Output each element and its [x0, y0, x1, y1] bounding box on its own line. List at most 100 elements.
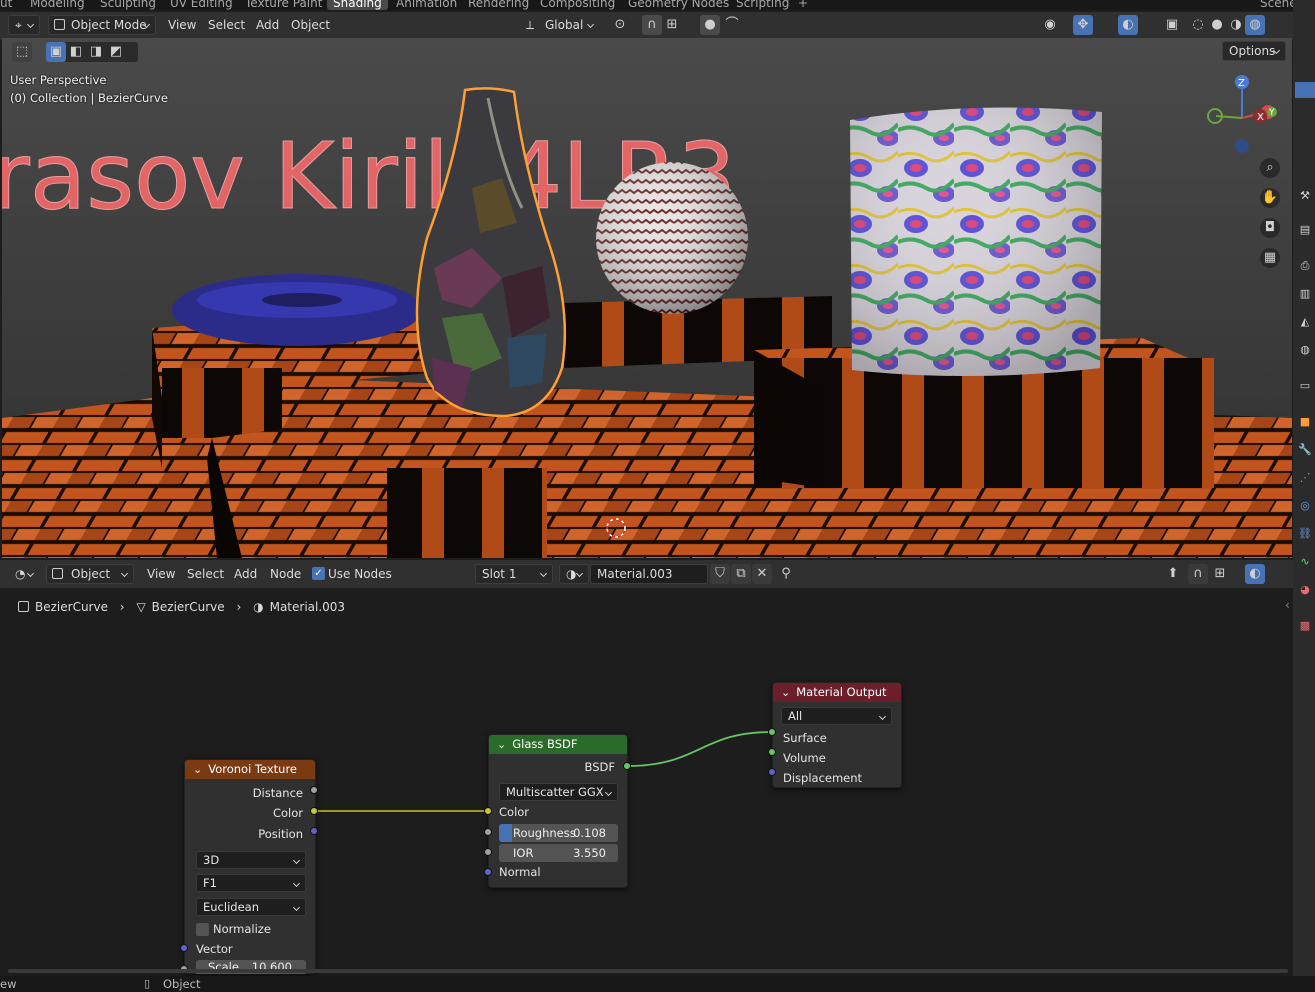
select-box-icon[interactable]: ⬚	[12, 42, 32, 62]
voronoi-node[interactable]: Voronoi Texture Distance Color Position …	[184, 759, 316, 974]
node-menu-select[interactable]: Select	[187, 564, 224, 584]
falloff-icon[interactable]: ⌒	[722, 15, 742, 35]
tab-rendering[interactable]: Rendering	[468, 0, 529, 10]
node-snap-target-icon[interactable]: ⊞	[1210, 564, 1230, 584]
fake-user-icon[interactable]: ⛉	[710, 564, 730, 584]
gizmo-toggle-icon[interactable]: ✥	[1073, 15, 1093, 35]
object-mode-dropdown[interactable]: Object Mode	[48, 15, 156, 35]
snap-icon[interactable]: ∩	[642, 15, 662, 35]
tool-tab-icon[interactable]: ⚒	[1295, 186, 1315, 206]
scene-tab-icon[interactable]: ◭	[1295, 312, 1315, 332]
texture-tab-icon[interactable]: ▩	[1295, 616, 1315, 636]
ortho-grid-icon[interactable]: ▦	[1260, 248, 1280, 268]
select-subtract-icon[interactable]: ◨	[86, 42, 106, 62]
socket-position[interactable]	[310, 827, 318, 835]
metric-dropdown[interactable]: Euclidean	[196, 898, 306, 916]
distribution-dropdown[interactable]: Multiscatter GGX	[499, 783, 618, 801]
unlink-material-icon[interactable]: ✕	[752, 564, 772, 584]
transform-orientation-dropdown[interactable]: ⟂ Global	[520, 15, 600, 35]
menu-add[interactable]: Add	[256, 15, 279, 35]
socket-displacement-in[interactable]	[768, 768, 776, 776]
node-editor-type-icon[interactable]: ◔	[8, 564, 40, 584]
use-nodes-checkbox[interactable]: ✓	[312, 567, 325, 580]
slot-dropdown[interactable]: Slot 1	[475, 564, 553, 584]
glass-node-header[interactable]: Glass BSDF	[489, 735, 627, 754]
render-tab-icon[interactable]: ▤	[1295, 220, 1315, 240]
select-new-icon[interactable]: ▣	[46, 42, 66, 62]
tab-layout[interactable]: ut	[0, 0, 12, 10]
zoom-icon[interactable]: ⌕	[1260, 158, 1280, 178]
tab-sculpting[interactable]: Sculpting	[100, 0, 156, 10]
overlay-toggle-icon[interactable]: ◐	[1118, 15, 1138, 35]
sidebar-tab-active[interactable]	[1295, 82, 1315, 98]
shading-wireframe-icon[interactable]: ◌	[1188, 15, 1208, 35]
data-tab-icon[interactable]: ∿	[1295, 552, 1315, 572]
dimensions-dropdown[interactable]: 3D	[196, 851, 306, 869]
sidebar-expand-icon[interactable]: ‹	[1285, 598, 1290, 612]
voronoi-node-header[interactable]: Voronoi Texture	[185, 760, 315, 779]
socket-surface-in[interactable]	[768, 728, 776, 736]
target-dropdown[interactable]: All	[781, 707, 892, 725]
node-menu-node[interactable]: Node	[270, 564, 301, 584]
normalize-checkbox[interactable]	[196, 923, 209, 936]
node-menu-add[interactable]: Add	[234, 564, 257, 584]
particles-tab-icon[interactable]: ⋰	[1295, 468, 1315, 488]
tab-uv-editing[interactable]: UV Editing	[170, 0, 233, 10]
tab-compositing[interactable]: Compositing	[540, 0, 615, 10]
world-tab-icon[interactable]: ◍	[1295, 340, 1315, 360]
output-node-header[interactable]: Material Output	[773, 683, 901, 702]
duplicate-material-icon[interactable]: ⧉	[731, 564, 751, 584]
scene-selector[interactable]: Scene	[1260, 0, 1297, 10]
xray-icon[interactable]: ▣	[1162, 15, 1182, 35]
glass-bsdf-node[interactable]: Glass BSDF BSDF Multiscatter GGX Color R…	[488, 734, 628, 888]
add-workspace-icon[interactable]: +	[798, 0, 808, 10]
shader-type-dropdown[interactable]: Object	[46, 564, 134, 584]
menu-view[interactable]: View	[168, 15, 196, 35]
material-browse-icon[interactable]: ◑	[559, 564, 589, 584]
select-invert-icon[interactable]: ◩	[106, 42, 126, 62]
socket-color-out[interactable]	[310, 807, 318, 815]
pivot-point-icon[interactable]: ⊙	[610, 15, 630, 35]
collection-tab-icon[interactable]: ▭	[1295, 376, 1315, 396]
node-snap-icon[interactable]: ∩	[1188, 564, 1208, 584]
tab-animation[interactable]: Animation	[396, 0, 457, 10]
select-extend-icon[interactable]: ◧	[66, 42, 86, 62]
socket-distance[interactable]	[310, 786, 318, 794]
material-output-node[interactable]: Material Output All Surface Volume Displ…	[772, 682, 902, 788]
modifier-tab-icon[interactable]: 🔧	[1295, 440, 1315, 460]
editor-type-icon[interactable]: ⌖	[8, 15, 40, 35]
socket-vector-in[interactable]	[180, 944, 188, 952]
parent-node-icon[interactable]: ⬆	[1163, 564, 1183, 584]
socket-volume-in[interactable]	[768, 748, 776, 756]
navigation-gizmo[interactable]: Z X Y	[1202, 68, 1282, 158]
socket-color-in[interactable]	[484, 807, 492, 815]
tab-texture-paint[interactable]: Texture Paint	[245, 0, 322, 10]
ior-field[interactable]: IOR 3.550	[499, 844, 618, 862]
viewport-3d[interactable]: rasov Kirill 4LR3 User Perspective (0) C…	[2, 38, 1292, 558]
visibility-icon[interactable]: ◉	[1040, 15, 1060, 35]
tab-shading[interactable]: Shading	[327, 0, 388, 10]
constraints-tab-icon[interactable]: ⛓	[1295, 524, 1315, 544]
feature-dropdown[interactable]: F1	[196, 874, 306, 892]
menu-select[interactable]: Select	[208, 15, 245, 35]
proportional-edit-icon[interactable]: ●	[700, 15, 720, 35]
node-overlay-icon[interactable]: ◐	[1245, 564, 1265, 584]
shading-material-icon[interactable]: ◑	[1226, 15, 1246, 35]
pin-icon[interactable]: ⚲	[776, 564, 796, 584]
camera-view-icon[interactable]: ◘	[1260, 218, 1280, 238]
tab-modeling[interactable]: Modeling	[30, 0, 85, 10]
node-canvas[interactable]: BezierCurve › ▽ BezierCurve › ◑ Material.0…	[0, 588, 1293, 974]
tab-geometry-nodes[interactable]: Geometry Nodes	[628, 0, 729, 10]
shading-rendered-icon[interactable]: ◍	[1245, 15, 1265, 35]
material-tab-icon[interactable]: ◕	[1295, 580, 1315, 600]
output-tab-icon[interactable]: ⎙	[1295, 256, 1315, 276]
pan-hand-icon[interactable]: ✋	[1260, 188, 1280, 208]
socket-bsdf-out[interactable]	[623, 762, 631, 770]
socket-ior-in[interactable]	[484, 848, 492, 856]
socket-normal-in[interactable]	[484, 868, 492, 876]
node-scrollbar[interactable]	[8, 969, 1288, 973]
physics-tab-icon[interactable]: ◎	[1295, 496, 1315, 516]
roughness-slider[interactable]: Roughness 0.108	[499, 824, 618, 842]
snap-target-icon[interactable]: ⊞	[662, 15, 682, 35]
options-dropdown[interactable]: Options	[1222, 41, 1286, 61]
